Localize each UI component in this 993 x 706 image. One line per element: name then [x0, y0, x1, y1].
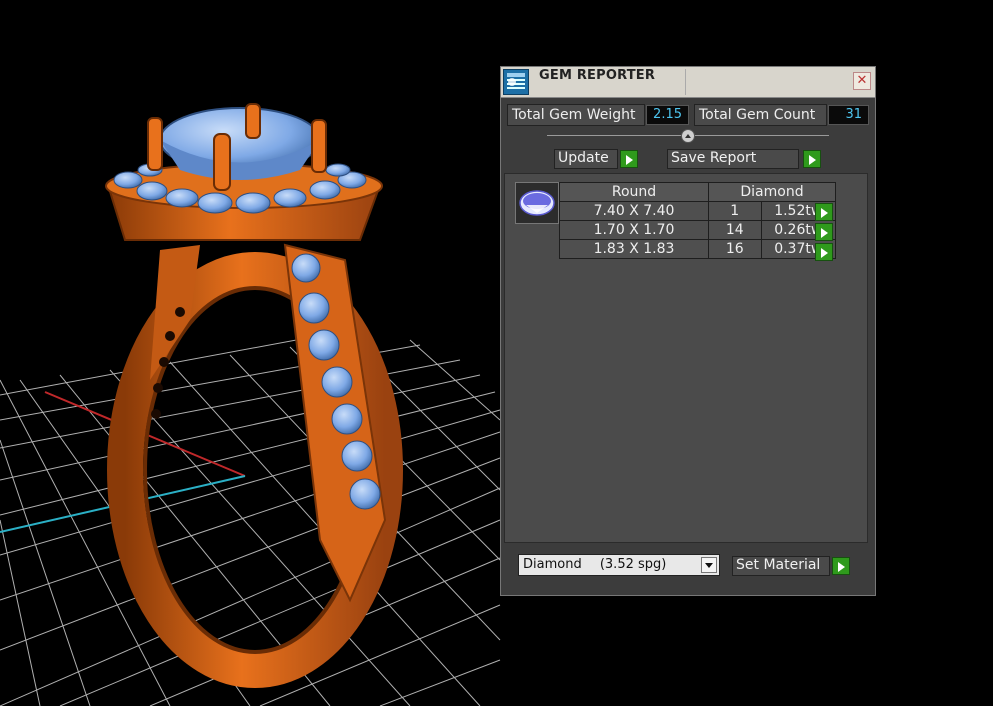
gem-table: Round Diamond 7.40 X 7.40 1 1.52tw 1.70 …: [559, 182, 836, 259]
play-arrow-icon: [821, 228, 828, 238]
set-material-go-button[interactable]: [832, 557, 850, 575]
save-report-button[interactable]: Save Report: [667, 149, 799, 169]
ground-grid: [0, 329, 501, 706]
set-material-button-label: Set Material: [736, 557, 821, 573]
save-report-button-label: Save Report: [671, 150, 757, 166]
gem-reporter-panel: GEM REPORTER ✕ Total Gem Weight 2.15 Tot…: [500, 66, 876, 596]
total-gem-weight-value: 2.15: [646, 105, 689, 125]
close-icon[interactable]: ✕: [853, 72, 871, 90]
panel-title: GEM REPORTER: [539, 68, 656, 83]
gem-list-area: Round Diamond 7.40 X 7.40 1 1.52tw 1.70 …: [504, 173, 868, 543]
gem-size-cell: 1.70 X 1.70: [559, 220, 709, 240]
panel-splitter-handle[interactable]: [681, 129, 695, 143]
material-density: (3.52 spg): [599, 557, 667, 572]
total-gem-count-label: Total Gem Count: [694, 104, 827, 126]
total-gem-count-value: 31: [828, 105, 869, 125]
play-arrow-icon: [809, 155, 816, 165]
round-gem-thumbnail-icon[interactable]: [515, 182, 559, 224]
gem-count-cell: 1: [708, 201, 762, 221]
update-go-button[interactable]: [620, 150, 638, 168]
title-bar[interactable]: GEM REPORTER ✕: [501, 67, 875, 98]
table-row: 1.70 X 1.70 14 0.26tw: [559, 220, 836, 240]
dropdown-arrow-icon[interactable]: [701, 557, 717, 573]
play-arrow-icon: [838, 562, 845, 572]
title-separator: [685, 69, 686, 95]
update-button[interactable]: Update: [554, 149, 618, 169]
material-select[interactable]: Diamond (3.52 spg): [518, 554, 720, 576]
table-row: 1.83 X 1.83 16 0.37tw: [559, 239, 836, 259]
gem-reporter-app-icon: [503, 69, 529, 95]
gem-table-header: Round Diamond: [559, 182, 836, 202]
row-go-button[interactable]: [815, 223, 833, 241]
play-arrow-icon: [821, 208, 828, 218]
material-header: Diamond: [708, 182, 836, 202]
update-button-label: Update: [558, 150, 609, 166]
set-material-button[interactable]: Set Material: [732, 556, 830, 576]
gem-size-cell: 7.40 X 7.40: [559, 201, 709, 221]
row-go-button[interactable]: [815, 243, 833, 261]
play-arrow-icon: [626, 155, 633, 165]
play-arrow-icon: [821, 248, 828, 258]
material-name: Diamond: [523, 557, 582, 572]
gem-size-cell: 1.83 X 1.83: [559, 239, 709, 259]
gem-count-cell: 14: [708, 220, 762, 240]
gem-count-cell: 16: [708, 239, 762, 259]
ring-model[interactable]: [105, 103, 403, 688]
table-row: 7.40 X 7.40 1 1.52tw: [559, 201, 836, 221]
shape-header: Round: [559, 182, 709, 202]
row-go-button[interactable]: [815, 203, 833, 221]
save-report-go-button[interactable]: [803, 150, 821, 168]
total-gem-weight-label: Total Gem Weight: [507, 104, 645, 126]
